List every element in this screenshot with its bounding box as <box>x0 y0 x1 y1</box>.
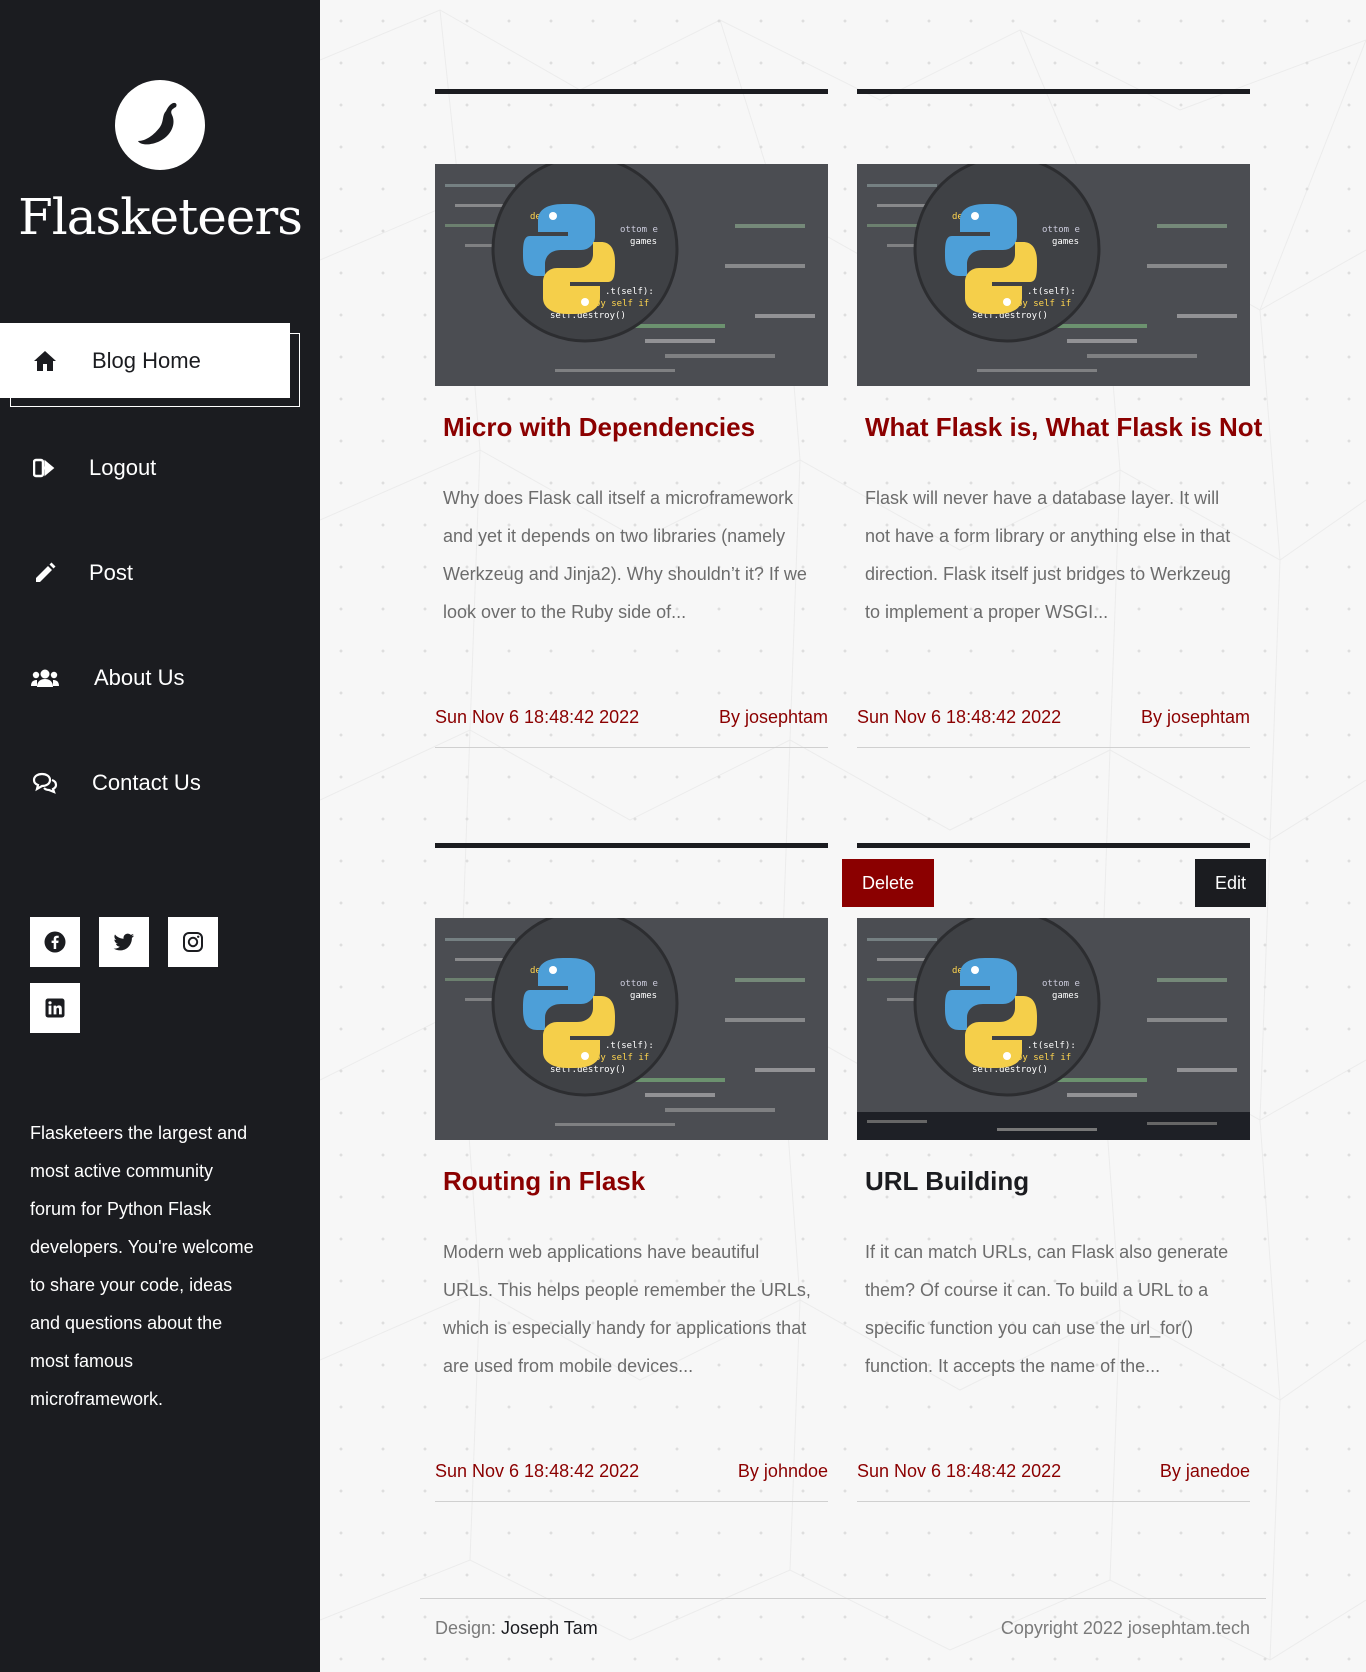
chili-pepper-icon <box>138 102 177 145</box>
nav-label: Post <box>89 559 134 585</box>
card-divider <box>435 1501 828 1502</box>
svg-text:oy self if: oy self if <box>1017 1053 1071 1063</box>
instagram-link[interactable] <box>168 917 218 967</box>
post-author[interactable]: By johndoe <box>738 1461 828 1482</box>
post-date: Sun Nov 6 18:48:42 2022 <box>857 707 1062 727</box>
sign-out-icon <box>30 456 60 480</box>
card-top-bar <box>435 843 828 848</box>
facebook-icon <box>44 931 66 953</box>
python-code-image: def ottom e games .t(self): oy self if s… <box>435 164 828 386</box>
python-code-image: def ottom e games .t(self): oy self if s… <box>857 918 1250 1140</box>
post-date: Sun Nov 6 18:48:42 2022 <box>435 707 640 727</box>
sidebar: Flasketeers Blog Home Logout Post About … <box>0 0 320 1672</box>
post-excerpt: Flask will never have a database layer. … <box>865 488 1231 622</box>
instagram-icon <box>183 932 203 952</box>
design-label: Design: <box>435 1618 497 1638</box>
pencil-icon <box>30 561 60 585</box>
home-icon <box>30 349 60 373</box>
svg-text:ottom e: ottom e <box>1042 225 1080 235</box>
nav-label: About Us <box>94 664 185 690</box>
post-card: def ottom e games .t(self): oy self if s… <box>857 89 1262 749</box>
svg-text:ottom e: ottom e <box>1042 979 1080 989</box>
nav-label: Blog Home <box>92 347 201 373</box>
post-card: def ottom e games .t(self): oy self if s… <box>857 843 1250 1503</box>
post-date: Sun Nov 6 18:48:42 2022 <box>857 1461 1062 1481</box>
svg-text:oy self if: oy self if <box>595 299 649 309</box>
post-title[interactable]: What Flask is, What Flask is Not <box>865 412 1262 443</box>
card-divider <box>435 747 828 748</box>
card-divider <box>857 1501 1250 1502</box>
svg-text:.t(self):: .t(self): <box>1027 1041 1076 1051</box>
delete-button[interactable]: Delete <box>842 859 934 907</box>
card-top-bar <box>857 843 1250 848</box>
post-title[interactable]: Routing in Flask <box>443 1166 645 1197</box>
about-text: Flasketeers the largest and most active … <box>30 1123 254 1409</box>
nav-blog-home[interactable]: Blog Home <box>0 323 290 398</box>
svg-text:games: games <box>1052 237 1079 247</box>
post-author[interactable]: By janedoe <box>1160 1461 1250 1482</box>
nav-label: Contact Us <box>92 769 201 795</box>
post-excerpt: Modern web applications have beautiful U… <box>443 1242 811 1376</box>
post-thumbnail[interactable]: def ottom e games .t(self): oy self if s… <box>857 164 1250 386</box>
card-divider <box>857 747 1250 748</box>
svg-text:.t(self):: .t(self): <box>605 1041 654 1051</box>
post-excerpt: Why does Flask call itself a microframew… <box>443 488 807 622</box>
python-code-image: def ottom e games .t(self): oy self if s… <box>435 918 828 1140</box>
users-icon <box>30 666 60 690</box>
post-author[interactable]: By josephtam <box>1141 707 1250 728</box>
card-top-bar <box>857 89 1250 94</box>
post-excerpt: If it can match URLs, can Flask also gen… <box>865 1242 1229 1376</box>
post-title[interactable]: Micro with Dependencies <box>443 412 755 443</box>
svg-text:oy self if: oy self if <box>1017 299 1071 309</box>
facebook-link[interactable] <box>30 917 80 967</box>
post-card: def ottom e games .t(self): oy self if s… <box>435 89 828 749</box>
svg-text:games: games <box>1052 991 1079 1001</box>
comments-icon <box>30 771 60 795</box>
post-thumbnail[interactable]: def ottom e games .t(self): oy self if s… <box>857 918 1250 1140</box>
svg-text:.t(self):: .t(self): <box>605 287 654 297</box>
logo[interactable] <box>115 80 205 170</box>
post-author[interactable]: By josephtam <box>719 707 828 728</box>
linkedin-link[interactable] <box>30 983 80 1033</box>
svg-text:ottom e: ottom e <box>620 225 658 235</box>
post-thumbnail[interactable]: def ottom e games .t(self): oy self if s… <box>435 164 828 386</box>
python-code-image: def ottom e games .t(self): oy self if s… <box>857 164 1250 386</box>
svg-text:games: games <box>630 237 657 247</box>
nav-label: Logout <box>89 454 157 480</box>
post-date: Sun Nov 6 18:48:42 2022 <box>435 1461 640 1481</box>
svg-text:oy self if: oy self if <box>595 1053 649 1063</box>
nav-contact-us[interactable]: Contact Us <box>0 745 290 820</box>
footer-design-credit: Design: Joseph Tam <box>435 1618 598 1639</box>
nav-logout[interactable]: Logout <box>0 430 290 505</box>
twitter-icon <box>113 933 134 951</box>
linkedin-icon <box>45 998 65 1018</box>
nav-post[interactable]: Post <box>0 535 290 610</box>
post-title[interactable]: URL Building <box>865 1166 1029 1197</box>
designer-name[interactable]: Joseph Tam <box>501 1618 598 1638</box>
svg-text:.t(self):: .t(self): <box>1027 287 1076 297</box>
nav-about-us[interactable]: About Us <box>0 640 290 715</box>
footer-copyright: Copyright 2022 josephtam.tech <box>1000 1618 1250 1638</box>
edit-button[interactable]: Edit <box>1195 859 1266 907</box>
brand-title[interactable]: Flasketeers <box>0 188 320 246</box>
card-top-bar <box>435 89 828 94</box>
svg-text:games: games <box>630 991 657 1001</box>
twitter-link[interactable] <box>99 917 149 967</box>
footer-divider <box>420 1598 1266 1599</box>
post-thumbnail[interactable]: def ottom e games .t(self): oy self if s… <box>435 918 828 1140</box>
post-card: def ottom e games .t(self): oy self if s… <box>435 843 828 1503</box>
svg-text:ottom e: ottom e <box>620 979 658 989</box>
